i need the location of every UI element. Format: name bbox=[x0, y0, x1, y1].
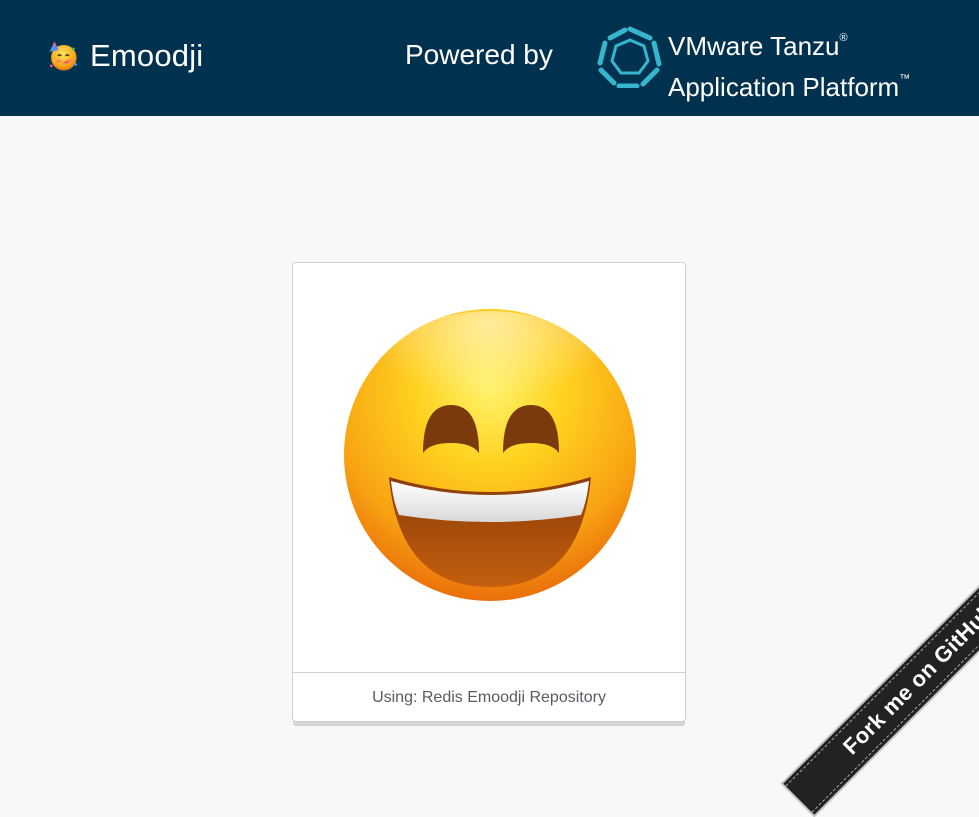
tanzu-heptagon-icon bbox=[597, 26, 662, 88]
repository-footer: Using: Redis Emoodji Repository bbox=[293, 672, 685, 721]
partner-name-line1: VMware Tanzu® bbox=[668, 31, 848, 61]
fork-me-link[interactable]: Fork me on GitHub bbox=[783, 557, 979, 815]
partner-name: VMware Tanzu® Application Platform™ bbox=[668, 22, 910, 104]
fork-me-label: Fork me on GitHub bbox=[837, 598, 979, 760]
top-header: Emoodji Powered by VMware Tanzu® Applica… bbox=[0, 0, 979, 116]
partying-face-icon bbox=[49, 41, 78, 71]
emoji-card: Using: Redis Emoodji Repository bbox=[292, 262, 686, 722]
partner-name-line2: Application Platform™ bbox=[668, 72, 911, 102]
grinning-face-emoji-icon bbox=[344, 309, 636, 601]
github-ribbon[interactable]: Fork me on GitHub bbox=[719, 557, 979, 817]
brand[interactable]: Emoodji bbox=[46, 36, 203, 76]
powered-by-label: Powered by bbox=[405, 39, 553, 70]
app-title: Emoodji bbox=[90, 38, 204, 73]
